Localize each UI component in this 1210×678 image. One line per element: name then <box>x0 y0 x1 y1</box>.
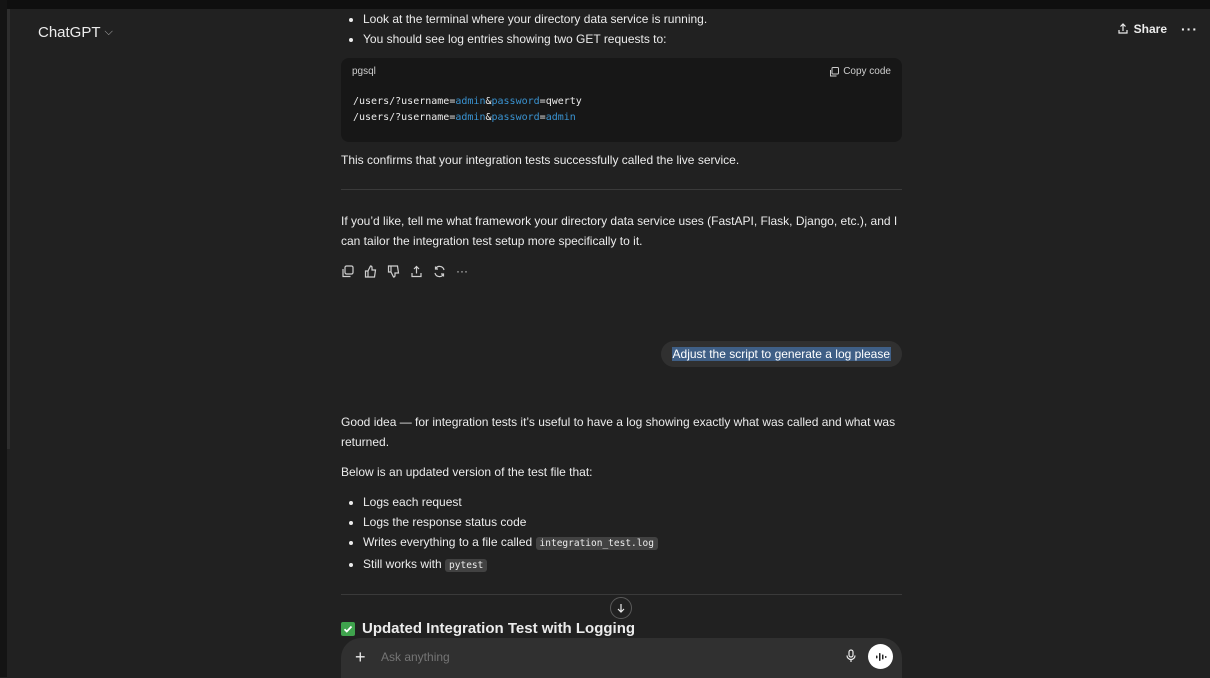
header-actions: Share ··· <box>1117 21 1198 37</box>
code-line: /users/?username=admin&password=qwerty <box>353 94 890 110</box>
prompt-input[interactable] <box>379 649 823 665</box>
followup-text: If you’d like, tell me what framework yo… <box>341 214 898 248</box>
conversation: Look at the terminal where your director… <box>341 9 902 279</box>
list-item: Logs each request <box>363 492 902 512</box>
inline-code: pytest <box>445 559 488 572</box>
arrow-down-icon <box>617 604 625 613</box>
code-block: pgsql Copy code /users/?username=admin&p… <box>341 58 902 142</box>
sidebar-edge <box>0 0 7 677</box>
message-actions: ··· <box>341 263 902 279</box>
thumbs-up-icon[interactable] <box>364 264 377 278</box>
copy-code-button[interactable]: Copy code <box>829 62 891 82</box>
code-keyword: password <box>491 112 540 123</box>
model-selector[interactable]: ChatGPT ⌵ <box>38 24 113 41</box>
code-header: pgsql Copy code <box>341 58 902 86</box>
share-icon[interactable] <box>410 265 423 278</box>
copy-code-label: Copy code <box>843 66 891 77</box>
thumbs-down-icon[interactable] <box>387 264 400 278</box>
confirmation-text: This confirms that your integration test… <box>341 153 740 167</box>
below-text: Below is an updated version of the test … <box>341 465 593 479</box>
section-heading-text: Updated Integration Test with Logging <box>362 620 636 637</box>
list-item: Writes everything to a file called integ… <box>363 532 902 554</box>
check-icon <box>341 621 355 636</box>
section-heading: Updated Integration Test with Logging <box>341 620 635 637</box>
code-keyword: admin <box>545 112 576 123</box>
chevron-down-icon: ⌵ <box>104 26 113 38</box>
code-keyword: admin <box>455 112 486 123</box>
composer: + <box>341 638 902 678</box>
list-item: You should see log entries showing two G… <box>363 29 902 49</box>
list-item: Still works with pytest <box>363 554 902 576</box>
waveform-icon <box>875 652 886 661</box>
code-keyword: password <box>491 96 540 107</box>
code-line: /users/?username=admin&password=admin <box>353 110 890 126</box>
instructions-list: Look at the terminal where your director… <box>341 9 902 49</box>
code-content: /users/?username=admin&password=qwerty /… <box>341 86 902 126</box>
window-top-edge <box>0 0 1210 9</box>
more-actions-button[interactable]: ··· <box>456 261 468 281</box>
copy-icon <box>830 67 840 77</box>
list-item: Logs the response status code <box>363 512 902 532</box>
code-text: /users/?username= <box>353 96 456 107</box>
features-list: Logs each request Logs the response stat… <box>341 492 902 576</box>
microphone-icon[interactable] <box>845 649 857 663</box>
assistant-response: Good idea — for integration tests it’s u… <box>341 412 902 595</box>
list-item-text: Writes everything to a file called <box>363 535 533 549</box>
voice-mode-button[interactable] <box>868 644 893 669</box>
share-label: Share <box>1133 22 1167 36</box>
share-icon <box>1118 23 1128 34</box>
scroll-down-button[interactable] <box>610 597 632 619</box>
list-item: Look at the terminal where your director… <box>363 9 902 29</box>
model-name: ChatGPT <box>38 24 101 41</box>
sidebar-scrollbar[interactable] <box>7 9 10 449</box>
more-options-button[interactable]: ··· <box>1181 21 1198 37</box>
divider <box>341 594 902 595</box>
code-language: pgsql <box>352 66 376 77</box>
regenerate-icon[interactable] <box>433 265 446 278</box>
share-button[interactable]: Share <box>1117 22 1167 36</box>
user-message-row: Adjust the script to generate a log plea… <box>341 341 902 367</box>
code-text: =qwerty <box>539 96 582 107</box>
add-attachment-button[interactable]: + <box>355 647 366 667</box>
copy-icon[interactable] <box>341 264 354 278</box>
user-message-text: Adjust the script to generate a log plea… <box>671 347 891 361</box>
user-message-bubble[interactable]: Adjust the script to generate a log plea… <box>660 341 902 367</box>
divider <box>341 189 902 190</box>
inline-code: integration_test.log <box>535 537 658 550</box>
code-text: /users/?username= <box>353 112 456 123</box>
code-keyword: admin <box>455 96 486 107</box>
intro-text: Good idea — for integration tests it’s u… <box>341 415 896 449</box>
list-item-text: Still works with <box>363 557 442 571</box>
